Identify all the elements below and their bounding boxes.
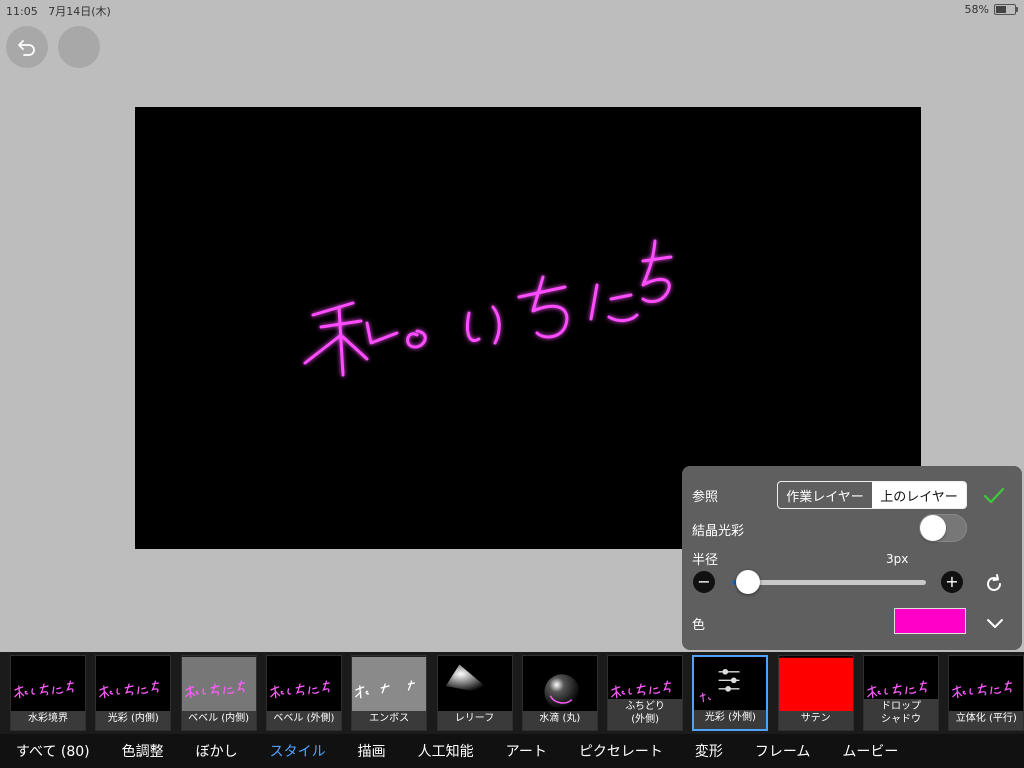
radius-slider-handle[interactable] bbox=[735, 570, 760, 594]
filter-thumb-3[interactable]: ベベル (内側) bbox=[180, 655, 257, 731]
sample-text-thumb bbox=[949, 656, 1023, 714]
sliders-thumb bbox=[694, 657, 767, 715]
filter-settings-panel: 参照 作業レイヤー 上のレイヤー 結晶光彩 半径 3px − + 色 bbox=[682, 466, 1022, 650]
radius-slider-track[interactable] bbox=[732, 580, 926, 585]
filter-thumb-label: ベベル (内側) bbox=[181, 711, 256, 730]
filter-thumb-label: レリーフ bbox=[437, 711, 512, 730]
undo-icon bbox=[18, 40, 35, 56]
status-datetime: 11:05 7月14日(木) bbox=[6, 3, 111, 19]
tab-6[interactable]: 人工知能 bbox=[402, 741, 490, 761]
filter-thumb-7[interactable]: 水滴 (丸) bbox=[521, 655, 598, 731]
toggle-knob bbox=[920, 515, 946, 541]
filter-thumb-label: ベベル (外側) bbox=[266, 711, 341, 730]
tab-7[interactable]: アート bbox=[490, 741, 563, 761]
sample-text-thumb bbox=[11, 656, 85, 714]
tab-11[interactable]: ムービー bbox=[826, 741, 914, 761]
reference-segmented-control: 作業レイヤー 上のレイヤー bbox=[777, 481, 967, 509]
filter-thumb-5[interactable]: エンボス bbox=[351, 655, 428, 731]
filter-thumb-label: 水滴 (丸) bbox=[522, 711, 597, 730]
minus-icon: − bbox=[697, 572, 711, 591]
tab-1[interactable]: すべて (80) bbox=[0, 741, 106, 761]
sample-text-thumb bbox=[96, 656, 170, 714]
tab-9[interactable]: 変形 bbox=[679, 741, 739, 761]
filter-thumb-2[interactable]: 光彩 (内側) bbox=[95, 655, 172, 731]
radius-label: 半径 bbox=[692, 553, 719, 568]
undo-button[interactable] bbox=[6, 26, 48, 68]
tab-4[interactable]: スタイル bbox=[254, 741, 342, 761]
filter-thumb-label: 水彩境界 bbox=[11, 711, 85, 730]
battery-percent: 58% bbox=[964, 3, 989, 16]
filter-thumb-label: 光彩 (外側) bbox=[694, 710, 767, 729]
filter-thumb-label: サテン bbox=[778, 711, 853, 730]
bevel-thumb bbox=[181, 656, 256, 714]
filter-thumb-label: ふちどり (外側) bbox=[608, 699, 683, 730]
filter-thumb-6[interactable]: レリーフ bbox=[436, 655, 513, 731]
filter-thumbnail-strip: 水彩境界 光彩 (内側) ベベル (内側) ベベル (外側) エンボス レリーフ 水滴 (丸… bbox=[0, 652, 1024, 734]
apply-button[interactable] bbox=[982, 484, 1006, 508]
filter-thumb-9[interactable]: 光彩 (外側) bbox=[692, 655, 769, 731]
tab-2[interactable]: 色調整 bbox=[106, 741, 180, 761]
checkmark-icon bbox=[983, 487, 1005, 504]
collapse-panel-button[interactable] bbox=[983, 614, 1007, 634]
plus-icon: + bbox=[945, 572, 959, 591]
filter-thumb-1[interactable]: 水彩境界 bbox=[10, 655, 86, 731]
status-time: 11:05 bbox=[6, 5, 38, 18]
radius-value: 3px bbox=[886, 552, 909, 566]
filter-thumb-12[interactable]: 立体化 (平行) bbox=[948, 655, 1024, 731]
filter-thumb-label: 立体化 (平行) bbox=[949, 711, 1024, 730]
radius-decrease-button[interactable]: − bbox=[693, 571, 715, 593]
reset-icon bbox=[987, 574, 1001, 591]
secondary-round-button[interactable] bbox=[58, 26, 100, 68]
filter-thumb-11[interactable]: ドロップ シャドウ bbox=[863, 655, 939, 731]
radius-increase-button[interactable]: + bbox=[941, 571, 963, 593]
reference-option-working-layer[interactable]: 作業レイヤー bbox=[778, 482, 872, 508]
chevron-down-icon bbox=[987, 619, 1003, 628]
crystal-glow-label: 結晶光彩 bbox=[692, 524, 745, 539]
status-bar: 11:05 7月14日(木) 58% bbox=[0, 0, 1024, 20]
filter-thumb-10[interactable]: サテン bbox=[777, 655, 854, 731]
sample-text-thumb bbox=[267, 656, 341, 714]
satin-thumb bbox=[778, 656, 853, 716]
color-swatch[interactable] bbox=[894, 608, 966, 634]
emboss-thumb bbox=[352, 656, 427, 714]
filter-thumb-label: 光彩 (内側) bbox=[96, 711, 171, 730]
reference-option-upper-layer[interactable]: 上のレイヤー bbox=[872, 482, 966, 508]
battery-fill bbox=[996, 6, 1007, 13]
reset-button[interactable] bbox=[982, 572, 1006, 596]
relief-thumb bbox=[437, 656, 512, 714]
battery-icon bbox=[994, 4, 1018, 15]
filter-thumb-4[interactable]: ベベル (外側) bbox=[265, 655, 342, 731]
tab-8[interactable]: ピクセレート bbox=[563, 741, 679, 761]
status-battery-area: 58% bbox=[964, 3, 1018, 16]
handwriting-strokes bbox=[303, 239, 673, 377]
filter-thumb-label: ドロップ シャドウ bbox=[864, 699, 938, 730]
filter-category-tabs: すべて (80) 色調整 ぼかし スタイル 描画 人工知能 アート ピクセレート 変形 フレームム… bbox=[0, 734, 1024, 768]
crystal-glow-toggle[interactable] bbox=[919, 514, 967, 542]
filter-thumb-8[interactable]: ふちどり (外側) bbox=[607, 655, 684, 731]
tab-3[interactable]: ぼかし bbox=[180, 741, 254, 761]
filter-thumb-label: エンボス bbox=[352, 711, 427, 730]
color-label: 色 bbox=[692, 618, 706, 633]
droplet-thumb bbox=[522, 656, 597, 714]
status-date: 7月14日(木) bbox=[48, 5, 111, 18]
tab-10[interactable]: フレーム bbox=[739, 741, 827, 761]
tab-5[interactable]: 描画 bbox=[342, 741, 402, 761]
reference-label: 参照 bbox=[692, 490, 719, 505]
